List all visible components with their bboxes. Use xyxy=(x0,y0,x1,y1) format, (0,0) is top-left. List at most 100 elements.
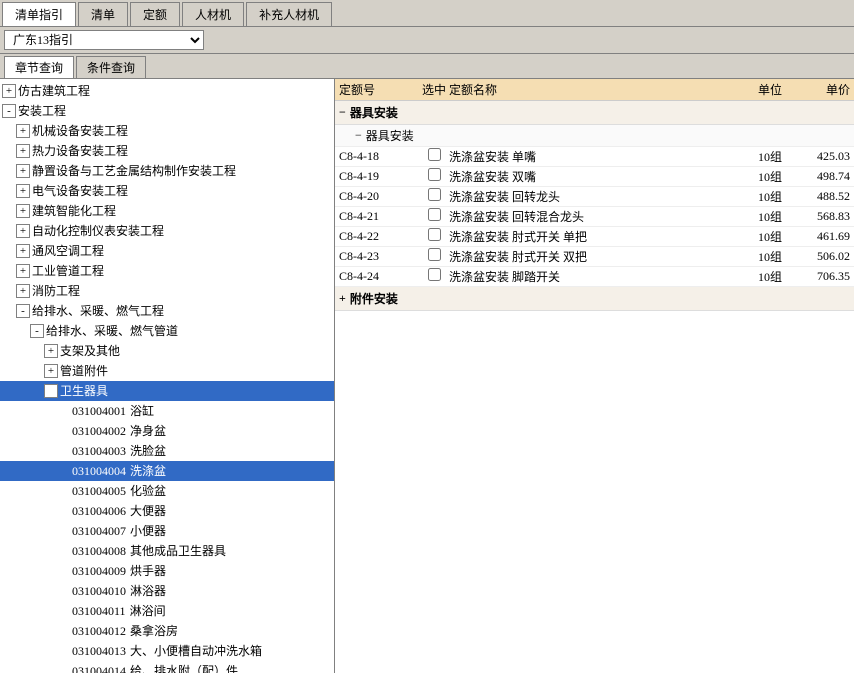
tree-item-yugong[interactable]: 031004001浴缸 xyxy=(0,401,334,421)
expander-fujian[interactable]: + xyxy=(44,364,58,378)
tree-item-reli[interactable]: +热力设备安装工程 xyxy=(0,141,334,161)
tree-item-jingshen[interactable]: 031004002净身盆 xyxy=(0,421,334,441)
tree-item-sangna[interactable]: 031004012桑拿浴房 xyxy=(0,621,334,641)
section-header-0[interactable]: −器具安装 xyxy=(335,101,854,125)
tab-chapter-search[interactable]: 章节查询 xyxy=(4,56,74,78)
tree-item-gongye[interactable]: +工业管道工程 xyxy=(0,261,334,281)
tree-code-linyuqi: 031004010 xyxy=(72,582,126,600)
tree-item-paishui[interactable]: -给排水、采暖、燃气工程 xyxy=(0,301,334,321)
expander-kongtiao[interactable]: + xyxy=(16,244,30,258)
tree-item-zhineng[interactable]: +建筑智能化工程 xyxy=(0,201,334,221)
data-row-3[interactable]: C8-4-21洗涤盆安装 回转混合龙头10组568.83 xyxy=(335,207,854,227)
tab-rencaiji[interactable]: 人材机 xyxy=(182,2,244,26)
row-checkbox-5[interactable] xyxy=(419,248,449,265)
tab-qingdan-zhiyin[interactable]: 清单指引 xyxy=(2,2,76,26)
tree-label-zidonghua: 自动化控制仪表安装工程 xyxy=(32,222,164,240)
section-expander-1[interactable]: + xyxy=(339,291,346,306)
tree-item-xilian[interactable]: 031004003洗脸盆 xyxy=(0,441,334,461)
expander-anzhuang[interactable]: - xyxy=(2,104,16,118)
tree-item-guandao[interactable]: -给排水、采暖、燃气管道 xyxy=(0,321,334,341)
row-name-0: 洗涤盆安装 单嘴 xyxy=(449,148,750,165)
data-row-6[interactable]: C8-4-24洗涤盆安装 脚踏开关10组706.35 xyxy=(335,267,854,287)
tree-item-hongshou[interactable]: 031004009烘手器 xyxy=(0,561,334,581)
expander-gongye[interactable]: + xyxy=(16,264,30,278)
tree-item-zhijia[interactable]: +支架及其他 xyxy=(0,341,334,361)
expander-reli[interactable]: + xyxy=(16,144,30,158)
row-unit-5: 10组 xyxy=(750,248,790,265)
tree-item-zidonghua[interactable]: +自动化控制仪表安装工程 xyxy=(0,221,334,241)
expander-zhineng[interactable]: + xyxy=(16,204,30,218)
data-row-4[interactable]: C8-4-22洗涤盆安装 肘式开关 单把10组461.69 xyxy=(335,227,854,247)
data-row-2[interactable]: C8-4-20洗涤盆安装 回转龙头10组488.52 xyxy=(335,187,854,207)
tree-label-huayan: 化验盆 xyxy=(130,482,166,500)
tree-label-gongye: 工业管道工程 xyxy=(32,262,104,280)
tree-item-bianchangxiang[interactable]: 031004013大、小便槽自动冲洗水箱 xyxy=(0,641,334,661)
tree-label-qita: 其他成品卫生器具 xyxy=(130,542,226,560)
tree-label-guandao: 给排水、采暖、燃气管道 xyxy=(46,322,178,340)
tree-label-kongtiao: 通风空调工程 xyxy=(32,242,104,260)
section-expander-0[interactable]: − xyxy=(339,105,346,120)
tab-condition-search[interactable]: 条件查询 xyxy=(76,56,146,78)
tree-code-xilian: 031004003 xyxy=(72,442,126,460)
row-unit-3: 10组 xyxy=(750,208,790,225)
tree-item-xiaofang[interactable]: +消防工程 xyxy=(0,281,334,301)
expander-guandao[interactable]: - xyxy=(30,324,44,338)
tree-code-dabian: 031004006 xyxy=(72,502,126,520)
tab-buchong-rencaiji[interactable]: 补充人材机 xyxy=(246,2,332,26)
tree-item-huayan[interactable]: 031004005化验盆 xyxy=(0,481,334,501)
row-checkbox-1[interactable] xyxy=(419,168,449,185)
tree-item-qita[interactable]: 031004008其他成品卫生器具 xyxy=(0,541,334,561)
expander-paishui[interactable]: - xyxy=(16,304,30,318)
tree-item-fujian[interactable]: +管道附件 xyxy=(0,361,334,381)
expander-zidonghua[interactable]: + xyxy=(16,224,30,238)
tab-dinge[interactable]: 定额 xyxy=(130,2,180,26)
tree-item-peijian[interactable]: 031004014给、排水附（配）件 xyxy=(0,661,334,673)
tree-code-sangna: 031004012 xyxy=(72,622,126,640)
tab-qingdan[interactable]: 清单 xyxy=(78,2,128,26)
row-checkbox-3[interactable] xyxy=(419,208,449,225)
tree-item-dabian[interactable]: 031004006大便器 xyxy=(0,501,334,521)
tree-code-jingshen: 031004002 xyxy=(72,422,126,440)
data-row-1[interactable]: C8-4-19洗涤盆安装 双嘴10组498.74 xyxy=(335,167,854,187)
tree-item-jixie[interactable]: +机械设备安装工程 xyxy=(0,121,334,141)
row-unit-0: 10组 xyxy=(750,148,790,165)
tree-item-linyujian[interactable]: 031004011淋浴间 xyxy=(0,601,334,621)
expander-jingzhi[interactable]: + xyxy=(16,164,30,178)
section-header-1[interactable]: +附件安装 xyxy=(335,287,854,311)
expander-weisheng[interactable]: - xyxy=(44,384,58,398)
row-checkbox-2[interactable] xyxy=(419,188,449,205)
tree-item-dianqi[interactable]: +电气设备安装工程 xyxy=(0,181,334,201)
row-checkbox-6[interactable] xyxy=(419,268,449,285)
header-dinge: 定额号 xyxy=(339,81,419,98)
province-select[interactable]: 广东13指引 xyxy=(4,30,204,50)
tree-item-anzhuang[interactable]: -安装工程 xyxy=(0,101,334,121)
expander-fanggu[interactable]: + xyxy=(2,84,16,98)
expander-jixie[interactable]: + xyxy=(16,124,30,138)
row-checkbox-4[interactable] xyxy=(419,228,449,245)
row-code-6: C8-4-24 xyxy=(339,269,419,284)
expander-xiaofang[interactable]: + xyxy=(16,284,30,298)
tree-label-xilian: 洗脸盆 xyxy=(130,442,166,460)
tree-item-weisheng[interactable]: -卫生器具 xyxy=(0,381,334,401)
tree-label-zhijia: 支架及其他 xyxy=(60,342,120,360)
sub-section-header-0-0[interactable]: −器具安装 xyxy=(335,125,854,147)
tree-code-linyujian: 031004011 xyxy=(72,602,126,620)
tree-item-fanggu[interactable]: +仿古建筑工程 xyxy=(0,81,334,101)
tree-item-linyuqi[interactable]: 031004010淋浴器 xyxy=(0,581,334,601)
data-row-0[interactable]: C8-4-18洗涤盆安装 单嘴10组425.03 xyxy=(335,147,854,167)
tree-label-bianchangxiang: 大、小便槽自动冲洗水箱 xyxy=(130,642,262,660)
expander-dianqi[interactable]: + xyxy=(16,184,30,198)
tree-label-linyuqi: 淋浴器 xyxy=(130,582,166,600)
tree-item-kongtiao[interactable]: +通风空调工程 xyxy=(0,241,334,261)
sub-expander-0-0[interactable]: − xyxy=(355,128,362,143)
row-checkbox-0[interactable] xyxy=(419,148,449,165)
tree-item-xidi[interactable]: 031004004洗涤盆 xyxy=(0,461,334,481)
province-row: 广东13指引 xyxy=(0,27,854,54)
tree-item-xiaobian[interactable]: 031004007小便器 xyxy=(0,521,334,541)
tree-label-fanggu: 仿古建筑工程 xyxy=(18,82,90,100)
header-name: 定额名称 xyxy=(449,81,750,98)
data-row-5[interactable]: C8-4-23洗涤盆安装 肘式开关 双把10组506.02 xyxy=(335,247,854,267)
tree-item-jingzhi[interactable]: +静置设备与工艺金属结构制作安装工程 xyxy=(0,161,334,181)
expander-zhijia[interactable]: + xyxy=(44,344,58,358)
left-panel: +仿古建筑工程-安装工程+机械设备安装工程+热力设备安装工程+静置设备与工艺金属… xyxy=(0,79,335,673)
